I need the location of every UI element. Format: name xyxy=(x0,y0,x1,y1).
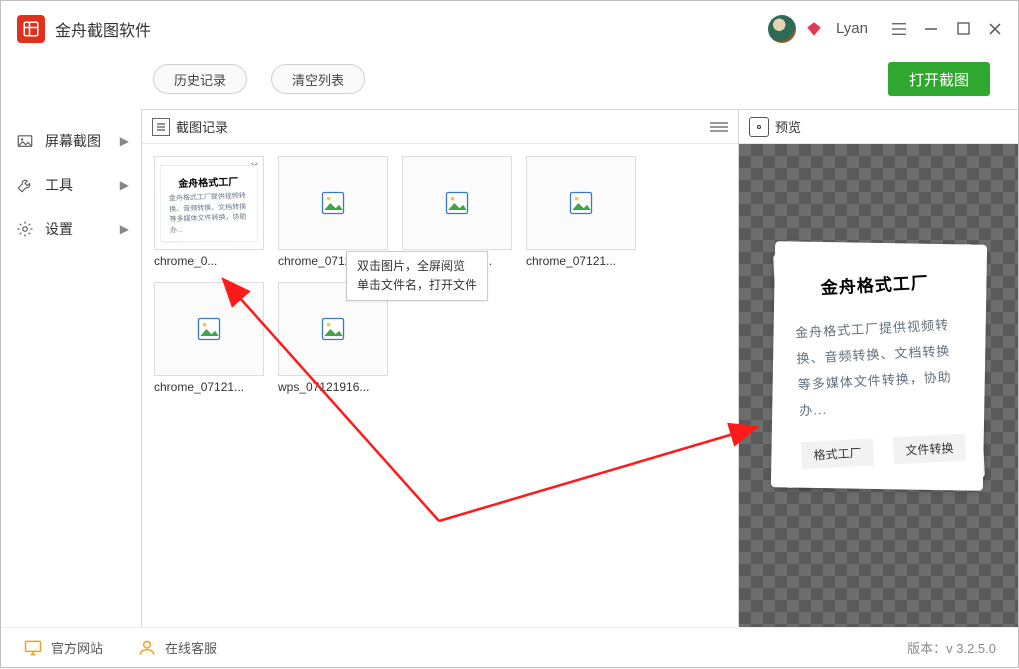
image-file-icon xyxy=(319,315,347,343)
body: 屏幕截图 ▶ 工具 ▶ 设置 ▶ 截图记录 ✕ xyxy=(1,109,1018,627)
thumbnail-caption[interactable]: chrome_07121... xyxy=(154,380,264,394)
minimize-icon[interactable] xyxy=(924,22,938,36)
image-icon xyxy=(15,131,35,151)
record-list: 截图记录 ✕ 金舟格式工厂 金舟格式工厂提供视频转换、音频转换、文档转换等多媒体… xyxy=(142,110,738,627)
list-icon xyxy=(152,118,170,136)
list-item: chrome_07121... xyxy=(154,282,264,394)
thumbnail-caption[interactable]: chrome_0... xyxy=(154,254,264,268)
footer-label: 在线客服 xyxy=(165,638,217,657)
preview-card-body: 金舟格式工厂提供视频转换、音频转换、文档转换等多媒体文件转换，协助办... xyxy=(794,311,963,423)
official-site-link[interactable]: 官方网站 xyxy=(23,638,103,658)
image-file-icon xyxy=(195,315,223,343)
sidebar: 屏幕截图 ▶ 工具 ▶ 设置 ▶ xyxy=(1,109,141,627)
window-controls xyxy=(892,22,1002,36)
preview-card-title: 金舟格式工厂 xyxy=(792,266,957,300)
chevron-right-icon: ▶ xyxy=(120,134,129,148)
avatar[interactable] xyxy=(768,15,796,43)
support-link[interactable]: 在线客服 xyxy=(137,638,217,658)
app-logo xyxy=(17,15,45,43)
thumbnail[interactable] xyxy=(526,156,636,250)
thumbnail[interactable] xyxy=(154,282,264,376)
maximize-icon[interactable] xyxy=(956,22,970,36)
sidebar-item-label: 工具 xyxy=(45,175,73,195)
preview-area: 金舟格式工厂 金舟格式工厂提供视频转换、音频转换、文档转换等多媒体文件转换，协助… xyxy=(739,144,1018,627)
preview-header-label: 预览 xyxy=(775,117,801,136)
tooltip-line: 双击图片，全屏阅览 xyxy=(357,257,477,276)
list-item: chrome_07121... xyxy=(526,156,636,268)
image-file-icon xyxy=(567,189,595,217)
sidebar-item-label: 屏幕截图 xyxy=(45,131,101,151)
eye-icon xyxy=(749,117,769,137)
support-icon xyxy=(137,638,157,658)
thumbnail-grid: ✕ 金舟格式工厂 金舟格式工厂提供视频转换、音频转换、文档转换等多媒体文件转换，… xyxy=(142,144,738,406)
thumbnail[interactable] xyxy=(402,156,512,250)
sidebar-item-settings[interactable]: 设置 ▶ xyxy=(1,207,141,251)
topbar: 历史记录 清空列表 打开截图 xyxy=(1,57,1018,101)
vip-icon[interactable] xyxy=(804,19,824,39)
preview-panel: 预览 金舟格式工厂 金舟格式工厂提供视频转换、音频转换、文档转换等多媒体文件转换… xyxy=(738,110,1018,627)
thumbnail[interactable] xyxy=(278,156,388,250)
preview-header: 预览 xyxy=(739,110,1018,144)
sidebar-item-screenshot[interactable]: 屏幕截图 ▶ xyxy=(1,119,141,163)
chevron-right-icon: ▶ xyxy=(120,178,129,192)
preview-card-mini: 金舟格式工厂 金舟格式工厂提供视频转换、音频转换、文档转换等多媒体文件转换，协助… xyxy=(161,165,257,241)
titlebar: 金舟截图软件 Lyan xyxy=(1,1,1018,57)
sidebar-item-tools[interactable]: 工具 ▶ xyxy=(1,163,141,207)
tooltip: 双击图片，全屏阅览 单击文件名，打开文件 xyxy=(346,251,488,301)
thumbnail-caption[interactable]: chrome_07121... xyxy=(526,254,636,268)
sidebar-item-label: 设置 xyxy=(45,219,73,239)
image-file-icon xyxy=(443,189,471,217)
footer: 官方网站 在线客服 版本：v 3.2.5.0 xyxy=(1,627,1018,667)
version-label: 版本：v 3.2.5.0 xyxy=(907,638,996,657)
thumbnail[interactable]: ✕ 金舟格式工厂 金舟格式工厂提供视频转换、音频转换、文档转换等多媒体文件转换，… xyxy=(154,156,264,250)
footer-label: 官方网站 xyxy=(51,638,103,657)
list-menu-button[interactable] xyxy=(710,120,728,134)
monitor-icon xyxy=(23,638,43,658)
preview-card-btn1: 格式工厂 xyxy=(800,438,873,469)
preview-card: 金舟格式工厂 金舟格式工厂提供视频转换、音频转换、文档转换等多媒体文件转换，协助… xyxy=(773,243,985,487)
gear-icon xyxy=(15,219,35,239)
list-header: 截图记录 xyxy=(142,110,738,144)
wrench-icon xyxy=(15,175,35,195)
tooltip-line: 单击文件名，打开文件 xyxy=(357,276,477,295)
chevron-right-icon: ▶ xyxy=(120,222,129,236)
open-screenshot-button[interactable]: 打开截图 xyxy=(888,62,990,96)
mini-title: 金舟格式工厂 xyxy=(168,172,248,190)
image-file-icon xyxy=(319,189,347,217)
close-icon[interactable] xyxy=(988,22,1002,36)
list-header-label: 截图记录 xyxy=(176,117,228,136)
menu-icon[interactable] xyxy=(892,22,906,36)
main: 截图记录 ✕ 金舟格式工厂 金舟格式工厂提供视频转换、音频转换、文档转换等多媒体… xyxy=(141,109,1018,627)
history-button[interactable]: 历史记录 xyxy=(153,64,247,94)
list-item: ✕ 金舟格式工厂 金舟格式工厂提供视频转换、音频转换、文档转换等多媒体文件转换，… xyxy=(154,156,264,268)
mini-text: 金舟格式工厂提供视频转换、音频转换、文档转换等多媒体文件转换，协助办... xyxy=(169,191,250,236)
thumbnail-caption[interactable]: wps_07121916... xyxy=(278,380,388,394)
clear-button[interactable]: 清空列表 xyxy=(271,64,365,94)
app-title: 金舟截图软件 xyxy=(55,17,151,41)
preview-card-btn2: 文件转换 xyxy=(892,433,965,464)
username[interactable]: Lyan xyxy=(836,20,868,37)
